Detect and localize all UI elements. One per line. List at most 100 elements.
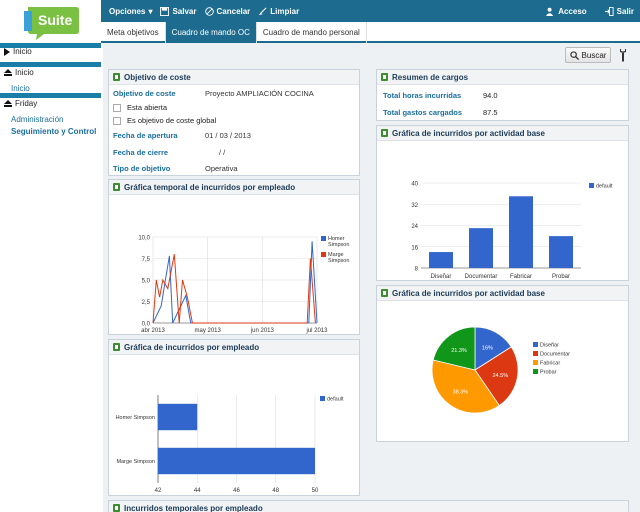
nav-link-administracion[interactable]: Administración <box>11 115 63 124</box>
slice-label: 16% <box>482 345 493 351</box>
bar <box>158 403 198 431</box>
nav-label: Inicio <box>15 68 34 77</box>
summary-row: Total horas incurridas 94.0 <box>383 91 498 100</box>
field-value[interactable]: Proyecto AMPLIACIÓN COCINA <box>205 89 314 98</box>
checkbox-label: Es objetivo de coste global <box>127 116 217 125</box>
summary-label: Total horas incurridas <box>383 91 462 100</box>
x-tick-label: jul 2013 <box>305 328 328 334</box>
salir-button[interactable]: Salir <box>604 6 634 16</box>
legend-label: Documentar <box>540 352 570 358</box>
field-tipo: Tipo de objetivo Operativa <box>113 164 238 173</box>
y-tick-label: Marge Simpson <box>116 459 155 465</box>
tab-cuadro-mando-oc[interactable]: Cuadro de mando OC <box>165 22 257 43</box>
panel-title: Resumen de cargos <box>392 72 469 82</box>
legend-swatch <box>321 236 326 241</box>
tab-cuadro-mando-personal[interactable]: Cuadro de mando personal <box>257 22 367 43</box>
search-button[interactable]: Buscar <box>565 47 611 63</box>
summary-label: Total gastos cargados <box>383 108 463 117</box>
empleado-bar-chart: 42 44 46 48 50 Homer Simpson Marge Simpson defa… <box>116 395 344 494</box>
panel-title: Gráfica de incurridos por actividad base <box>392 128 545 138</box>
summary-value: 87.5 <box>483 108 498 117</box>
legend-swatch <box>321 252 326 257</box>
suite-logo[interactable]: Suite <box>22 3 80 41</box>
wrench-icon[interactable] <box>618 48 628 62</box>
x-tick-label: 50 <box>312 488 319 494</box>
field-apertura: Fecha de apertura 01 / 03 / 2013 <box>113 131 251 140</box>
salvar-button[interactable]: Salvar <box>160 6 197 16</box>
acceso-label: Acceso <box>558 6 587 16</box>
panel-title: Gráfica de incurridos por actividad base <box>392 288 545 298</box>
top-toolbar: Opciones ▾ Salvar Cancelar Limpiar Acces… <box>101 0 640 22</box>
legend-label: Probar <box>540 370 557 376</box>
x-tick-label: jun 2013 <box>250 328 275 334</box>
chevron-down-icon: ▾ <box>148 6 153 16</box>
y-tick-label: Homer Simpson <box>116 415 155 421</box>
x-tick-label: 44 <box>194 488 201 494</box>
temporal-line-chart: 0,0 2,5 5,0 7,5 10,0 abr 2013 may 2013 jun 2013… <box>138 236 349 335</box>
panel-header: Gráfica temporal de incurridos por emple… <box>109 180 359 195</box>
temporal-chart-panel: Gráfica temporal de incurridos por emple… <box>108 179 360 335</box>
legend-swatch <box>533 369 538 374</box>
broom-icon <box>259 7 267 15</box>
abierta-checkbox[interactable] <box>113 103 121 112</box>
summary-value: 94.0 <box>483 91 498 100</box>
field-abierta: Esta abierta <box>113 103 167 112</box>
tab-meta-objetivos[interactable]: Meta objetivos <box>101 22 166 43</box>
legend-swatch <box>533 342 538 347</box>
cancelar-button[interactable]: Cancelar <box>204 6 251 16</box>
nav-section-inicio-open[interactable]: Inicio <box>4 68 34 77</box>
global-checkbox[interactable] <box>113 116 121 125</box>
legend-label: default <box>327 397 344 403</box>
x-tick-label: Probar <box>552 274 570 280</box>
date-input[interactable]: / / <box>219 148 225 157</box>
y-tick-label: 16 <box>411 245 418 251</box>
sidebar: Suite Inicio Inicio Inicio Friday Admini… <box>0 0 101 512</box>
salir-label: Salir <box>616 6 634 16</box>
panel-icon <box>381 73 388 81</box>
save-icon <box>160 6 170 16</box>
nav-divider <box>0 93 101 98</box>
date-input[interactable]: 01 / 03 / 2013 <box>205 131 251 140</box>
checkbox-label: Esta abierta <box>127 103 168 112</box>
nav-link-seguimiento[interactable]: Seguimiento y Control <box>11 127 96 136</box>
legend-label: Simpson <box>328 242 349 248</box>
slice-label: 21.3% <box>451 348 467 354</box>
objetivo-coste-panel: Objetivo de coste Objetivo de coste Proy… <box>108 69 360 176</box>
bar <box>509 196 533 268</box>
bar <box>469 228 493 268</box>
panel-icon <box>381 129 388 137</box>
summary-row: Total gastos cargados 87.5 <box>383 108 498 117</box>
legend-swatch <box>320 396 325 401</box>
panel-header: Incurridos temporales por empleado <box>109 501 628 512</box>
field-value: Operativa <box>205 164 238 173</box>
y-tick-label: 0,0 <box>142 322 151 328</box>
panel-title: Objetivo de coste <box>124 72 191 82</box>
nav-section-friday[interactable]: Friday <box>4 99 37 108</box>
panel-header: Resumen de cargos <box>377 70 628 85</box>
actividad-pie-chart: 16% 24.5% 38.3% 21.3% Diseñar Documentar Fabri… <box>431 326 570 414</box>
nav-section-inicio[interactable]: Inicio <box>4 47 32 56</box>
limpiar-label: Limpiar <box>270 6 300 16</box>
acceso-button[interactable]: Acceso <box>546 6 587 16</box>
search-icon <box>569 50 579 60</box>
opciones-menu[interactable]: Opciones ▾ <box>109 7 152 16</box>
legend-swatch <box>589 183 594 188</box>
user-key-icon <box>546 7 554 16</box>
panel-title: Gráfica de incurridos por empleado <box>124 342 260 352</box>
panel-icon <box>113 183 120 191</box>
actividad-bar-chart: 8 16 24 32 40 Diseñar Documentar Fabricar Probar… <box>411 182 613 281</box>
field-label: Tipo de objetivo <box>113 164 171 173</box>
legend-label: Diseñar <box>540 343 559 349</box>
limpiar-button[interactable]: Limpiar <box>258 7 299 16</box>
panel-icon <box>113 504 120 512</box>
nav-link-inicio[interactable]: Inicio <box>11 84 30 93</box>
y-tick-label: 7,5 <box>142 257 151 263</box>
search-label: Buscar <box>581 50 607 60</box>
panel-icon <box>381 289 388 297</box>
cancelar-label: Cancelar <box>216 6 251 16</box>
exit-icon <box>604 6 614 16</box>
salvar-label: Salvar <box>172 6 197 16</box>
expand-arrow-icon <box>4 47 10 56</box>
resumen-cargos-panel: Resumen de cargos Total horas incurridas… <box>376 69 629 121</box>
panel-title: Gráfica temporal de incurridos por emple… <box>124 182 296 192</box>
